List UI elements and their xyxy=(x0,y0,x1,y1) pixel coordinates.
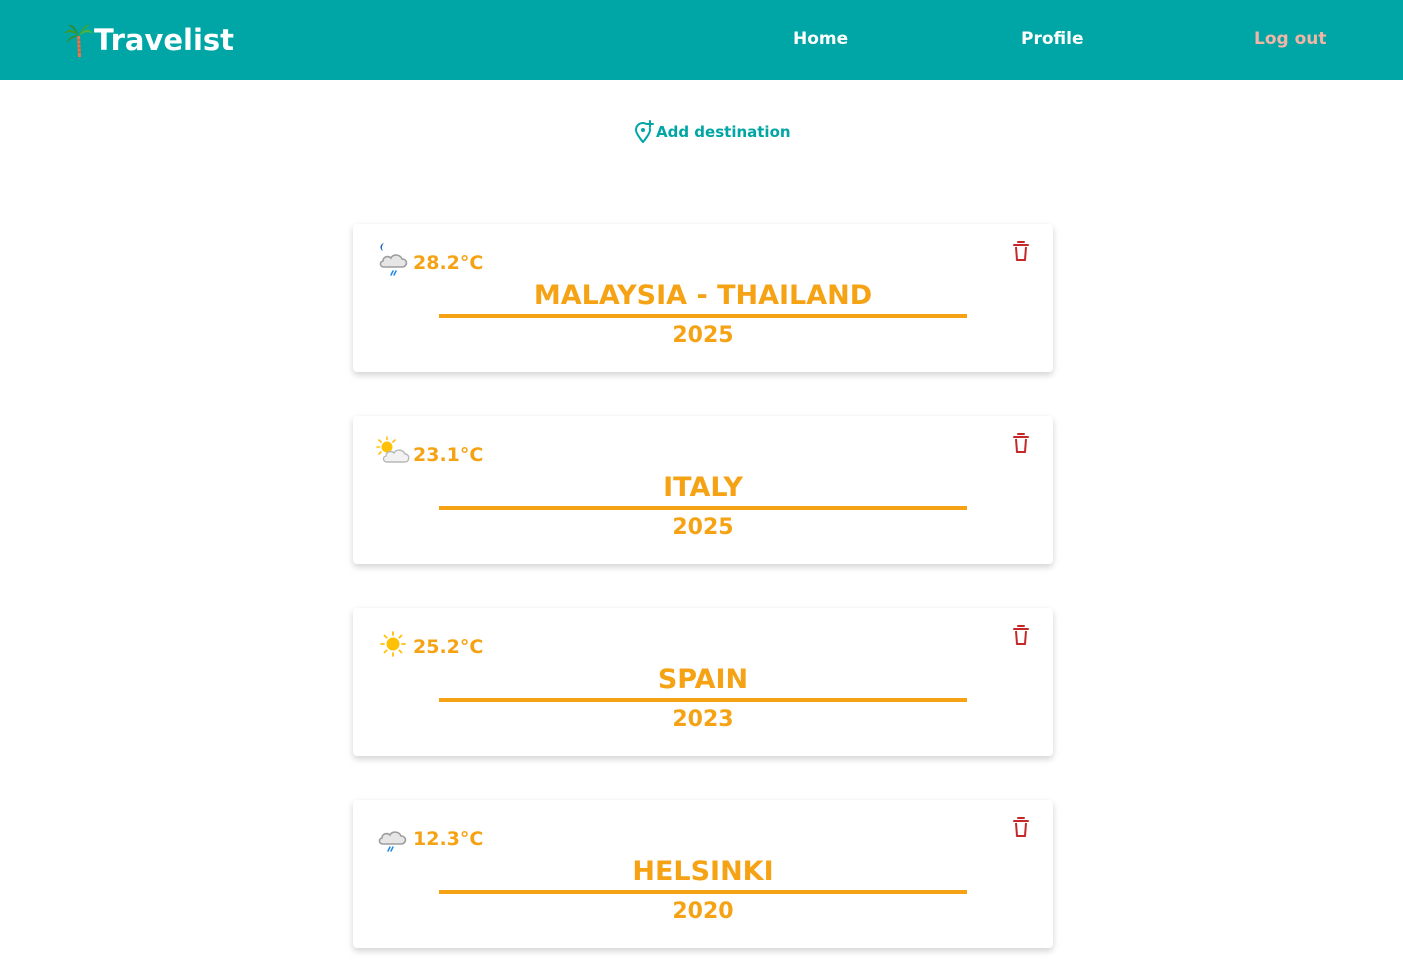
destination-name: MALAYSIA - THAILAND xyxy=(439,278,967,318)
sun-cloud-icon xyxy=(376,436,410,463)
nav-logout-link[interactable]: Log out xyxy=(1254,29,1327,49)
destination-card[interactable]: 28.2°C MALAYSIA - THAILAND 2025 xyxy=(353,224,1053,372)
add-destination-button[interactable]: Add destination xyxy=(633,120,791,144)
destination-card[interactable]: 12.3°C HELSINKI 2020 xyxy=(353,800,1053,948)
palm-tree-icon xyxy=(64,24,93,57)
destination-card[interactable]: 25.2°C SPAIN 2023 xyxy=(353,608,1053,756)
destination-name: ITALY xyxy=(439,470,967,510)
delete-icon[interactable] xyxy=(1012,816,1030,838)
add-location-icon xyxy=(634,120,654,143)
navbar: Travelist Home Profile Log out xyxy=(0,0,1403,80)
delete-icon[interactable] xyxy=(1012,624,1030,646)
destination-year: 2025 xyxy=(672,515,734,540)
brand-name: Travelist xyxy=(94,23,235,57)
weather-info: 23.1°C xyxy=(375,432,483,472)
weather-info: 25.2°C xyxy=(375,624,483,664)
add-destination-label: Add destination xyxy=(656,123,791,141)
nav-profile-link[interactable]: Profile xyxy=(1021,29,1083,49)
temperature: 12.3°C xyxy=(413,828,484,850)
destination-year: 2023 xyxy=(672,707,734,732)
temperature: 25.2°C xyxy=(413,636,484,658)
nav-home-link[interactable]: Home xyxy=(793,29,848,49)
sun-icon xyxy=(380,631,406,657)
temperature: 23.1°C xyxy=(413,444,484,466)
destination-year: 2025 xyxy=(672,323,734,348)
night-cloud-rain-icon xyxy=(379,243,408,276)
destination-name: HELSINKI xyxy=(439,854,967,894)
temperature: 28.2°C xyxy=(413,252,484,274)
delete-icon[interactable] xyxy=(1012,240,1030,262)
weather-info: 12.3°C xyxy=(375,816,483,856)
destination-card[interactable]: 23.1°C ITALY 2025 xyxy=(353,416,1053,564)
weather-info: 28.2°C xyxy=(375,240,483,280)
destination-name: SPAIN xyxy=(439,662,967,702)
brand-logo[interactable]: Travelist xyxy=(62,20,234,60)
destination-year: 2020 xyxy=(672,899,734,924)
delete-icon[interactable] xyxy=(1012,432,1030,454)
cloud-rain-icon xyxy=(378,831,407,852)
